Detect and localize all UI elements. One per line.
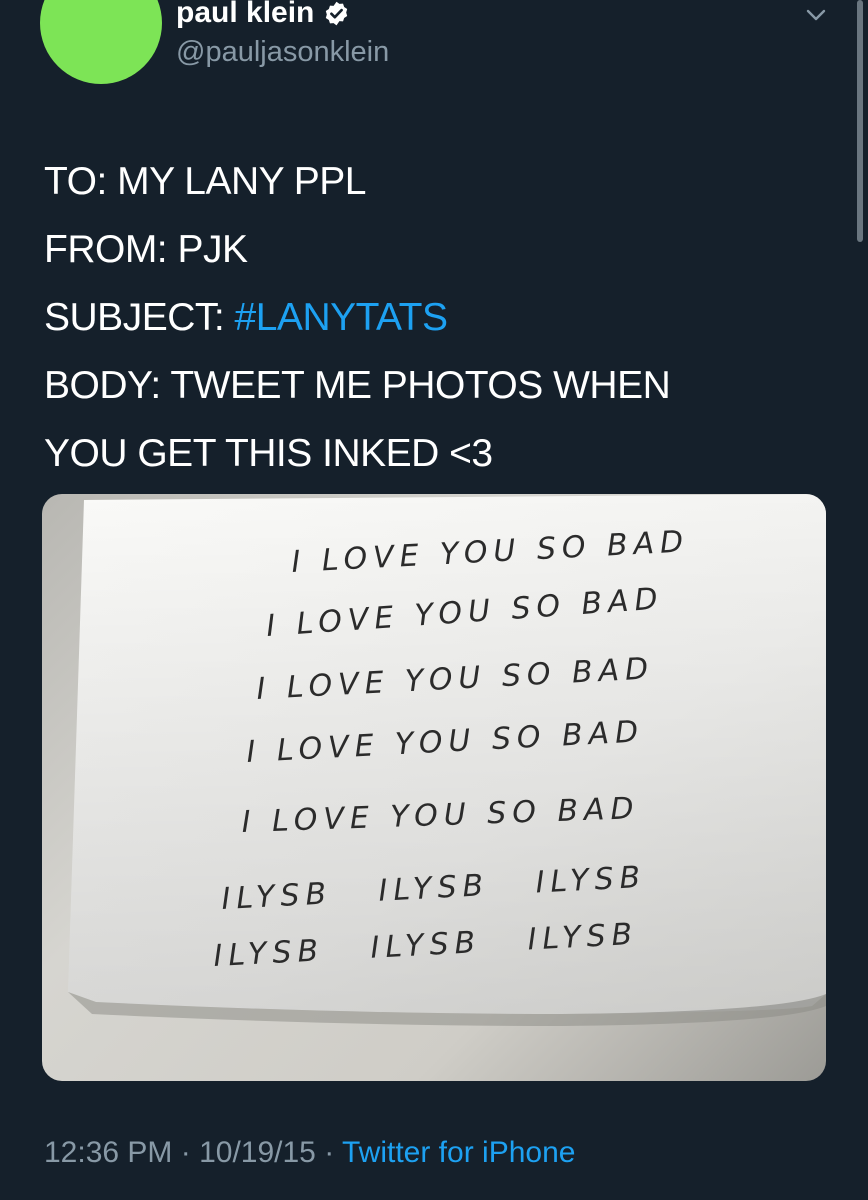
tweet-date[interactable]: 10/19/15	[199, 1136, 316, 1169]
tweet-text-line: BODY: TWEET ME PHOTOS WHEN	[44, 352, 834, 420]
handwritten-note-photo: I LOVE YOU SO BADI LOVE YOU SO BADI LOVE…	[68, 494, 826, 1026]
avatar[interactable]	[40, 0, 162, 84]
author-handle[interactable]: @pauljasonklein	[176, 36, 389, 69]
verified-badge-icon	[326, 1, 348, 25]
tweet-text-segment: FROM: PJK	[44, 228, 248, 271]
tweet-text-segment: YOU GET THIS INKED <3	[44, 432, 493, 475]
meta-separator: ·	[315, 1136, 342, 1169]
tweet-text-segment: SUBJECT:	[44, 296, 235, 339]
tweet-source-link[interactable]: Twitter for iPhone	[342, 1136, 575, 1169]
tweet-text-line: SUBJECT: #LANYTATS	[44, 284, 834, 352]
chevron-down-icon[interactable]	[800, 2, 832, 26]
tweet-text-segment: TO: MY LANY PPL	[44, 160, 366, 203]
tweet-text-line: TO: MY LANY PPL	[44, 148, 834, 216]
author-name[interactable]: paul klein	[176, 0, 314, 30]
meta-separator: ·	[172, 1136, 200, 1169]
tweet-text: TO: MY LANY PPL FROM: PJK SUBJECT: #LANY…	[44, 148, 834, 488]
tweet-text-segment: BODY: TWEET ME PHOTOS WHEN	[44, 364, 671, 407]
tweet-text-line: YOU GET THIS INKED <3	[44, 420, 834, 488]
tweet-text-line: FROM: PJK	[44, 216, 834, 284]
hashtag-link[interactable]: #LANYTATS	[235, 296, 448, 339]
author-name-row[interactable]: paul klein	[176, 0, 350, 30]
tweet-image[interactable]: I LOVE YOU SO BAD I LOVE YOU SO BAD I LOVE…	[42, 494, 826, 1081]
scrollbar[interactable]	[857, 0, 863, 242]
tweet-meta: 12:36 PM · 10/19/15 · Twitter for iPhone	[44, 1136, 575, 1170]
tweet-time[interactable]: 12:36 PM	[44, 1136, 172, 1169]
